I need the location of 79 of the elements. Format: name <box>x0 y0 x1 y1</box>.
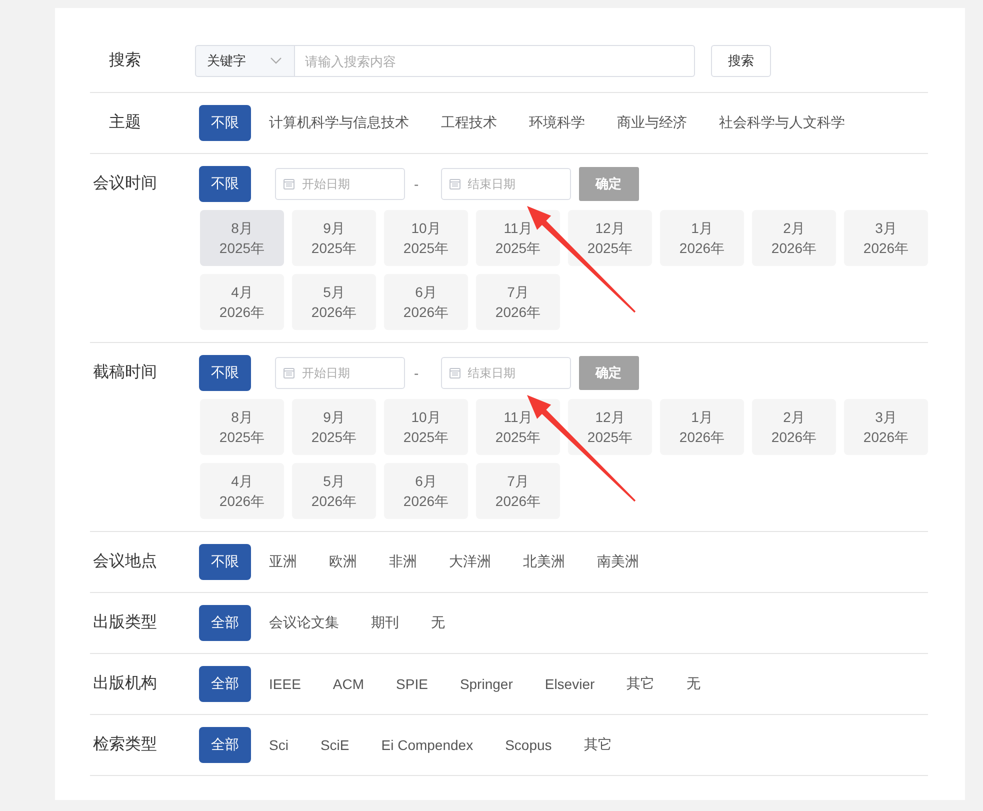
start-date-field[interactable]: 开始日期 <box>275 168 405 200</box>
range-separator: - <box>414 176 419 192</box>
filter-option[interactable]: SPIE <box>382 666 442 702</box>
month-tile[interactable]: 12月 2025年 <box>568 210 652 266</box>
month-tile[interactable]: 3月 2026年 <box>844 399 928 455</box>
month-tile[interactable]: 7月 2026年 <box>476 463 560 519</box>
search-type-select[interactable]: 关键字 <box>195 45 295 77</box>
month-tile[interactable]: 6月 2026年 <box>384 274 468 330</box>
month-tile[interactable]: 7月 2026年 <box>476 274 560 330</box>
month-tile[interactable]: 5月 2026年 <box>292 274 376 330</box>
month-tile[interactable]: 10月 2025年 <box>384 399 468 455</box>
filter-option[interactable]: 其它 <box>612 666 669 702</box>
filter-option[interactable]: IEEE <box>255 666 315 702</box>
month-tile[interactable]: 9月 2025年 <box>292 210 376 266</box>
calendar-icon <box>448 367 461 379</box>
search-button[interactable]: 搜索 <box>711 45 771 77</box>
filter-option[interactable]: 全部 <box>199 605 251 641</box>
filter-option[interactable]: 全部 <box>199 727 251 763</box>
filter-option[interactable]: 其它 <box>570 727 626 763</box>
filter-option[interactable]: 非洲 <box>375 544 431 580</box>
filter-option[interactable]: 不限 <box>199 166 251 202</box>
start-date-field[interactable]: 开始日期 <box>275 357 405 389</box>
chevron-down-icon <box>270 57 282 65</box>
filter-label: 出版机构 <box>92 674 158 694</box>
filter-option[interactable]: 计算机科学与信息技术 <box>255 105 423 141</box>
month-tile[interactable]: 10月 2025年 <box>384 210 468 266</box>
range-separator: - <box>414 365 419 381</box>
filter-option[interactable]: 不限 <box>199 105 251 141</box>
filter-label: 会议地点 <box>92 552 158 572</box>
month-tile[interactable]: 2月 2026年 <box>752 210 836 266</box>
filter-option[interactable]: Sci <box>255 727 302 763</box>
filter-option[interactable]: 会议论文集 <box>255 605 353 641</box>
calendar-icon <box>283 367 295 379</box>
filter-option[interactable]: 期刊 <box>357 605 413 641</box>
filter-label: 截稿时间 <box>92 362 158 383</box>
month-tile[interactable]: 11月 2025年 <box>476 210 560 266</box>
filter-option[interactable]: 工程技术 <box>427 105 511 141</box>
month-tile[interactable]: 11月 2025年 <box>476 399 560 455</box>
month-tile[interactable]: 9月 2025年 <box>292 399 376 455</box>
filter-option[interactable]: 商业与经济 <box>603 105 701 141</box>
filter-option[interactable]: Springer <box>446 666 527 702</box>
filter-label: 主题 <box>108 112 142 133</box>
month-tile[interactable]: 1月 2026年 <box>660 399 744 455</box>
calendar-icon <box>283 178 295 190</box>
filter-option[interactable]: Ei Compendex <box>367 727 488 763</box>
calendar-icon <box>448 178 461 190</box>
filter-option[interactable]: 不限 <box>199 355 251 391</box>
filter-option[interactable]: ACM <box>318 666 378 702</box>
search-label: 搜索 <box>108 50 142 71</box>
search-field[interactable]: 请输入搜索内容 <box>295 45 695 77</box>
filter-option[interactable]: 不限 <box>199 544 251 580</box>
filter-option[interactable]: 南美洲 <box>583 544 653 580</box>
filter-label: 出版类型 <box>92 612 158 633</box>
filter-label: 检索类型 <box>92 734 158 755</box>
month-tile[interactable]: 5月 2026年 <box>292 463 376 519</box>
filter-option[interactable]: 无 <box>672 666 715 702</box>
filter-option[interactable]: 环境科学 <box>515 105 599 141</box>
filter-option[interactable]: 北美洲 <box>509 544 579 580</box>
filter-option[interactable]: 全部 <box>199 666 251 702</box>
filter-option[interactable]: 社会科学与人文科学 <box>705 105 859 141</box>
filter-option[interactable]: Scopus <box>491 727 566 763</box>
month-tile[interactable]: 12月 2025年 <box>568 399 652 455</box>
month-tile[interactable]: 2月 2026年 <box>752 399 836 455</box>
filter-option[interactable]: 大洋洲 <box>435 544 505 580</box>
month-tile[interactable]: 8月 2025年 <box>200 399 284 455</box>
month-tile[interactable]: 4月 2026年 <box>200 463 284 519</box>
month-tile[interactable]: 6月 2026年 <box>384 463 468 519</box>
end-date-field[interactable]: 结束日期 <box>440 357 571 389</box>
month-tile[interactable]: 1月 2026年 <box>660 210 744 266</box>
month-tile[interactable]: 3月 2026年 <box>844 210 928 266</box>
filter-option[interactable]: 无 <box>417 605 459 641</box>
month-tile[interactable]: 4月 2026年 <box>200 274 284 330</box>
filter-option[interactable]: 亚洲 <box>255 544 311 580</box>
filter-option[interactable]: 欧洲 <box>315 544 371 580</box>
filter-option[interactable]: Elsevier <box>530 666 609 702</box>
filter-label: 会议时间 <box>92 174 158 194</box>
month-tile[interactable]: 8月 2025年 <box>200 210 284 266</box>
end-date-field[interactable]: 结束日期 <box>440 168 571 200</box>
filter-option[interactable]: SciE <box>306 727 364 763</box>
